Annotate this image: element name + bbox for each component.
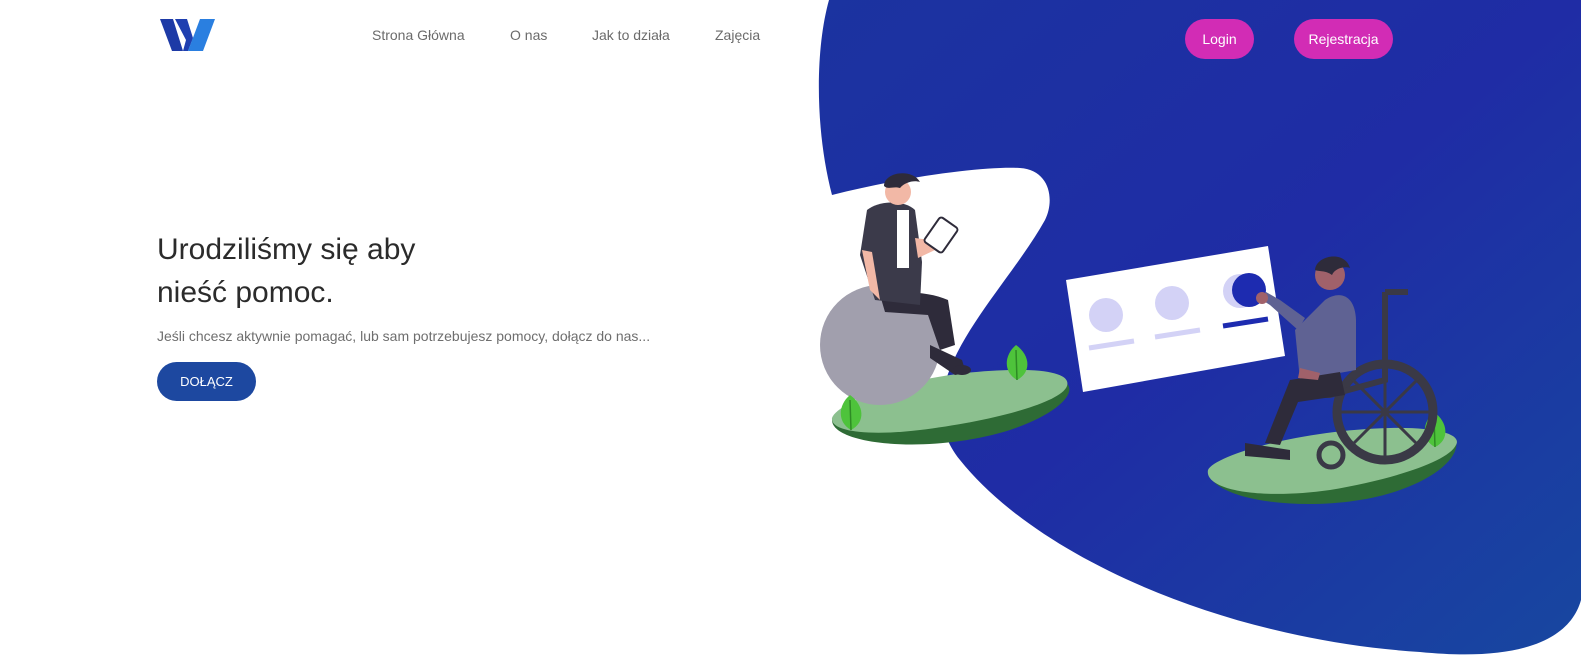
hero-title: Urodziliśmy się aby nieść pomoc. (157, 228, 577, 314)
top-navigation-bar: Strona Główna O nas Jak to działa Zajęci… (0, 0, 1581, 80)
join-button[interactable]: DOŁĄCZ (157, 362, 256, 401)
nav-link-home[interactable]: Strona Główna (372, 27, 465, 43)
hero-title-line1: Urodziliśmy się aby (157, 233, 416, 266)
hero-text-block: Urodziliśmy się aby nieść pomoc. Jeśli c… (157, 228, 650, 344)
login-button[interactable]: Login (1185, 19, 1254, 59)
profiles-board-card (1066, 246, 1285, 392)
hero-subtitle: Jeśli chcesz aktywnie pomagać, lub sam p… (157, 328, 651, 344)
hero-title-line2: nieść pomoc. (157, 276, 334, 309)
nav-link-classes[interactable]: Zajęcia (715, 27, 760, 43)
nav-link-about[interactable]: O nas (510, 27, 547, 43)
nav-link-how-it-works[interactable]: Jak to działa (592, 27, 670, 43)
brand-logo-icon[interactable] (160, 16, 218, 54)
register-button[interactable]: Rejestracja (1294, 19, 1393, 59)
